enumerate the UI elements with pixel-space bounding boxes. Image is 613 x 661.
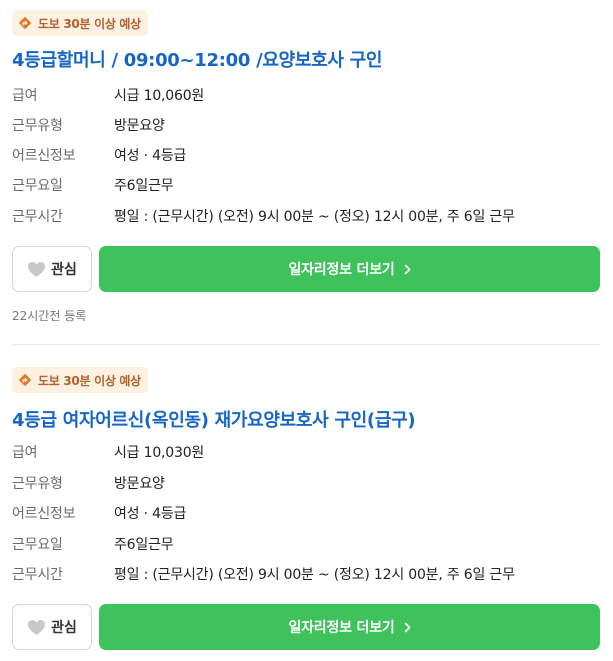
- info-row-work-hours: 근무시간 평일 : (근무시간) (오전) 9시 00분 ~ (정오) 12시 …: [12, 564, 515, 584]
- like-label: 관심: [51, 620, 77, 636]
- info-value: 여성 · 4등급: [114, 148, 187, 164]
- info-label: 근무유형: [12, 476, 63, 492]
- chevron-right-icon: [404, 622, 410, 632]
- info-value: 평일 : (근무시간) (오전) 9시 00분 ~ (정오) 12시 00분, …: [114, 209, 515, 225]
- info-value: 방문요양: [114, 476, 165, 492]
- info-label: 근무요일: [12, 178, 63, 194]
- job-title[interactable]: 4등급 여자어르신(옥인동) 재가요양보호사 구인(급구): [12, 406, 416, 432]
- info-row-work-type: 근무유형 방문요양: [12, 473, 165, 493]
- info-value: 주6일근무: [114, 537, 174, 553]
- info-label: 근무시간: [12, 209, 63, 225]
- info-label: 급여: [12, 88, 38, 104]
- more-info-label: 일자리정보 더보기: [288, 620, 395, 636]
- job-card: 도보 30분 이상 예상 4등급할머니 / 09:00~12:00 /요양보호사…: [0, 0, 613, 345]
- job-title[interactable]: 4등급할머니 / 09:00~12:00 /요양보호사 구인: [12, 46, 382, 72]
- more-info-button[interactable]: 일자리정보 더보기: [99, 604, 600, 650]
- info-row-pay: 급여 시급 10,060원: [12, 85, 204, 105]
- info-value: 방문요양: [114, 118, 165, 134]
- info-value: 주6일근무: [114, 178, 174, 194]
- info-value: 시급 10,060원: [114, 88, 205, 104]
- like-label: 관심: [51, 262, 77, 278]
- info-row-senior-info: 어르신정보 여성 · 4등급: [12, 145, 186, 165]
- like-button[interactable]: 관심: [12, 604, 92, 650]
- heart-icon: [27, 619, 46, 636]
- more-info-label: 일자리정보 더보기: [288, 262, 395, 278]
- distance-badge-text: 도보 30분 이상 예상: [38, 373, 141, 388]
- posted-time: 22시간전 등록: [12, 309, 87, 323]
- heart-icon: [27, 261, 46, 278]
- info-label: 어르신정보: [12, 148, 76, 164]
- info-row-work-days: 근무요일 주6일근무: [12, 534, 174, 554]
- distance-badge: 도보 30분 이상 예상: [12, 10, 148, 36]
- info-row-work-hours: 근무시간 평일 : (근무시간) (오전) 9시 00분 ~ (정오) 12시 …: [12, 206, 515, 226]
- distance-badge-text: 도보 30분 이상 예상: [38, 16, 141, 31]
- info-value: 평일 : (근무시간) (오전) 9시 00분 ~ (정오) 12시 00분, …: [114, 567, 515, 583]
- distance-badge: 도보 30분 이상 예상: [12, 367, 148, 393]
- walk-direction-icon: [18, 16, 32, 30]
- info-value: 시급 10,030원: [114, 445, 205, 461]
- info-value: 여성 · 4등급: [114, 506, 187, 522]
- info-label: 어르신정보: [12, 506, 76, 522]
- info-row-work-days: 근무요일 주6일근무: [12, 175, 174, 195]
- walk-direction-icon: [18, 373, 32, 387]
- info-row-work-type: 근무유형 방문요양: [12, 115, 165, 135]
- info-label: 근무유형: [12, 118, 63, 134]
- info-label: 근무요일: [12, 537, 63, 553]
- info-label: 근무시간: [12, 567, 63, 583]
- info-row-pay: 급여 시급 10,030원: [12, 442, 204, 462]
- chevron-right-icon: [404, 264, 410, 274]
- info-row-senior-info: 어르신정보 여성 · 4등급: [12, 503, 186, 523]
- job-card: 도보 30분 이상 예상 4등급 여자어르신(옥인동) 재가요양보호사 구인(급…: [0, 345, 613, 661]
- info-label: 급여: [12, 445, 38, 461]
- like-button[interactable]: 관심: [12, 246, 92, 292]
- more-info-button[interactable]: 일자리정보 더보기: [99, 246, 600, 292]
